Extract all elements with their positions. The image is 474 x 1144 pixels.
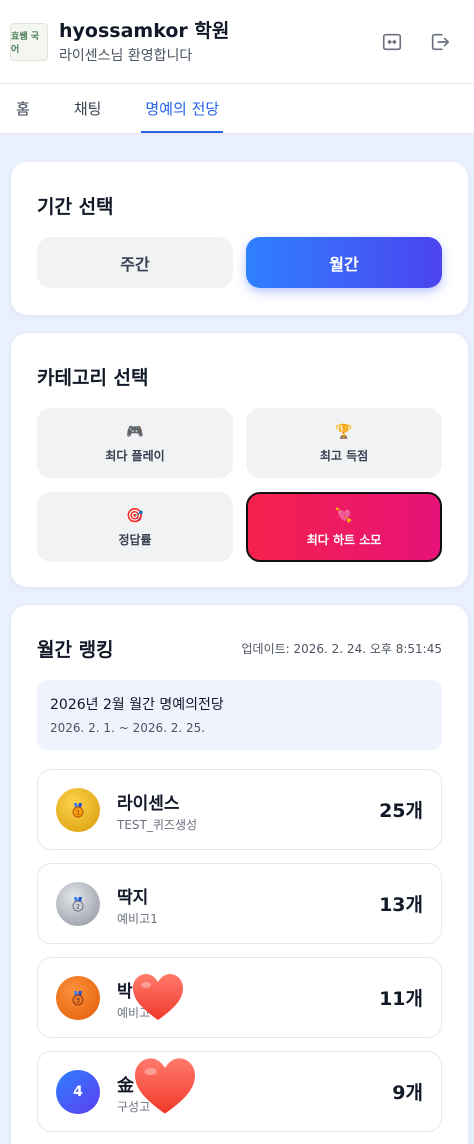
period-info-box: 2026년 2월 월간 명예의전당 2026. 2. 1. ~ 2026. 2.… bbox=[37, 680, 442, 750]
app-header: 효쌤 국어 hyossamkor 학원 라이센스님 환영합니다 bbox=[0, 0, 474, 84]
fullscreen-button[interactable] bbox=[372, 22, 412, 62]
ranking-row[interactable]: 1 라이센스 TEST_퀴즈생성 25개 bbox=[37, 769, 442, 850]
logout-icon bbox=[431, 33, 450, 50]
logo-text: 효쌤 국어 bbox=[11, 31, 39, 55]
ranking-name: 딱지 bbox=[117, 888, 149, 908]
bronze-medal-icon: 3 bbox=[56, 975, 100, 1020]
academy-title: hyossamkor 학원 bbox=[59, 19, 230, 42]
ranking-group: 예비고1 bbox=[117, 912, 158, 926]
heart-icon: 💘 bbox=[335, 507, 353, 524]
ranking-group: 예비고 bbox=[117, 1006, 151, 1020]
svg-text:3: 3 bbox=[76, 997, 80, 1004]
tab-hall-of-fame[interactable]: 명예의 전당 bbox=[141, 84, 224, 133]
ranking-value: 11개 bbox=[379, 988, 423, 1010]
category-most-plays[interactable]: 🎮 최다 플레이 bbox=[37, 408, 233, 478]
tab-home[interactable]: 홈 bbox=[16, 84, 30, 133]
academy-logo: 효쌤 국어 bbox=[10, 22, 48, 61]
updated-timestamp: 업데이트: 2026. 2. 24. 오후 8:51:45 bbox=[241, 642, 442, 656]
category-accuracy[interactable]: 🎯 정답률 bbox=[37, 492, 233, 562]
ranking-row[interactable]: 4 金 구성고 9개 bbox=[37, 1051, 442, 1132]
ranking-value: 13개 bbox=[379, 894, 423, 916]
target-icon: 🎯 bbox=[126, 507, 144, 524]
logout-button[interactable] bbox=[420, 22, 460, 62]
ranking-title: 월간 랭킹 bbox=[37, 639, 114, 661]
gold-medal-icon: 1 bbox=[56, 787, 100, 832]
svg-text:1: 1 bbox=[76, 809, 80, 816]
category-label: 최다 하트 소모 bbox=[306, 532, 382, 547]
category-select-title: 카테고리 선택 bbox=[37, 367, 149, 389]
ranking-row[interactable]: 2 딱지 예비고1 13개 bbox=[37, 863, 442, 944]
weekly-button[interactable]: 주간 bbox=[37, 237, 233, 288]
trophy-icon: 🏆 bbox=[335, 423, 353, 440]
ranking-row[interactable]: 3 박 예비고 11개 bbox=[37, 957, 442, 1038]
period-title: 2026년 2월 월간 명예의전당 bbox=[50, 697, 224, 713]
ranking-name: 라이센스 bbox=[117, 794, 180, 814]
category-label: 최다 플레이 bbox=[105, 448, 165, 463]
header-text: hyossamkor 학원 라이센스님 환영합니다 bbox=[59, 19, 364, 65]
ranking-name: 박 bbox=[117, 982, 133, 1002]
category-top-score[interactable]: 🏆 최고 득점 bbox=[246, 408, 442, 478]
category-most-hearts[interactable]: 💘 최다 하트 소모 bbox=[246, 492, 442, 562]
ranking-group: 구성고 bbox=[117, 1100, 151, 1114]
ranking-card: 월간 랭킹 업데이트: 2026. 2. 24. 오후 8:51:45 2026… bbox=[11, 605, 468, 1144]
ranking-value: 25개 bbox=[379, 800, 423, 822]
ranking-group: TEST_퀴즈생성 bbox=[117, 818, 198, 832]
svg-text:2: 2 bbox=[76, 903, 80, 910]
ranking-value: 9개 bbox=[392, 1082, 423, 1104]
category-select-card: 카테고리 선택 🎮 최다 플레이 🏆 최고 득점 🎯 정답률 💘 최다 하트 소… bbox=[11, 333, 468, 587]
rank-number-badge: 4 bbox=[56, 1069, 100, 1114]
silver-medal-icon: 2 bbox=[56, 881, 100, 926]
period-select-title: 기간 선택 bbox=[37, 196, 114, 218]
fullscreen-icon bbox=[382, 33, 402, 50]
ranking-name: 金 bbox=[117, 1076, 134, 1096]
main-tabs: 홈 채팅 명예의 전당 bbox=[0, 84, 474, 134]
game-controller-icon: 🎮 bbox=[126, 423, 144, 440]
category-label: 최고 득점 bbox=[319, 448, 369, 463]
category-label: 정답률 bbox=[118, 532, 152, 547]
welcome-message: 라이센스님 환영합니다 bbox=[59, 47, 193, 64]
tab-chat[interactable]: 채팅 bbox=[74, 84, 102, 133]
period-select-card: 기간 선택 주간 월간 bbox=[11, 162, 468, 315]
monthly-button[interactable]: 월간 bbox=[246, 237, 442, 288]
period-range: 2026. 2. 1. ~ 2026. 2. 25. bbox=[50, 721, 206, 735]
